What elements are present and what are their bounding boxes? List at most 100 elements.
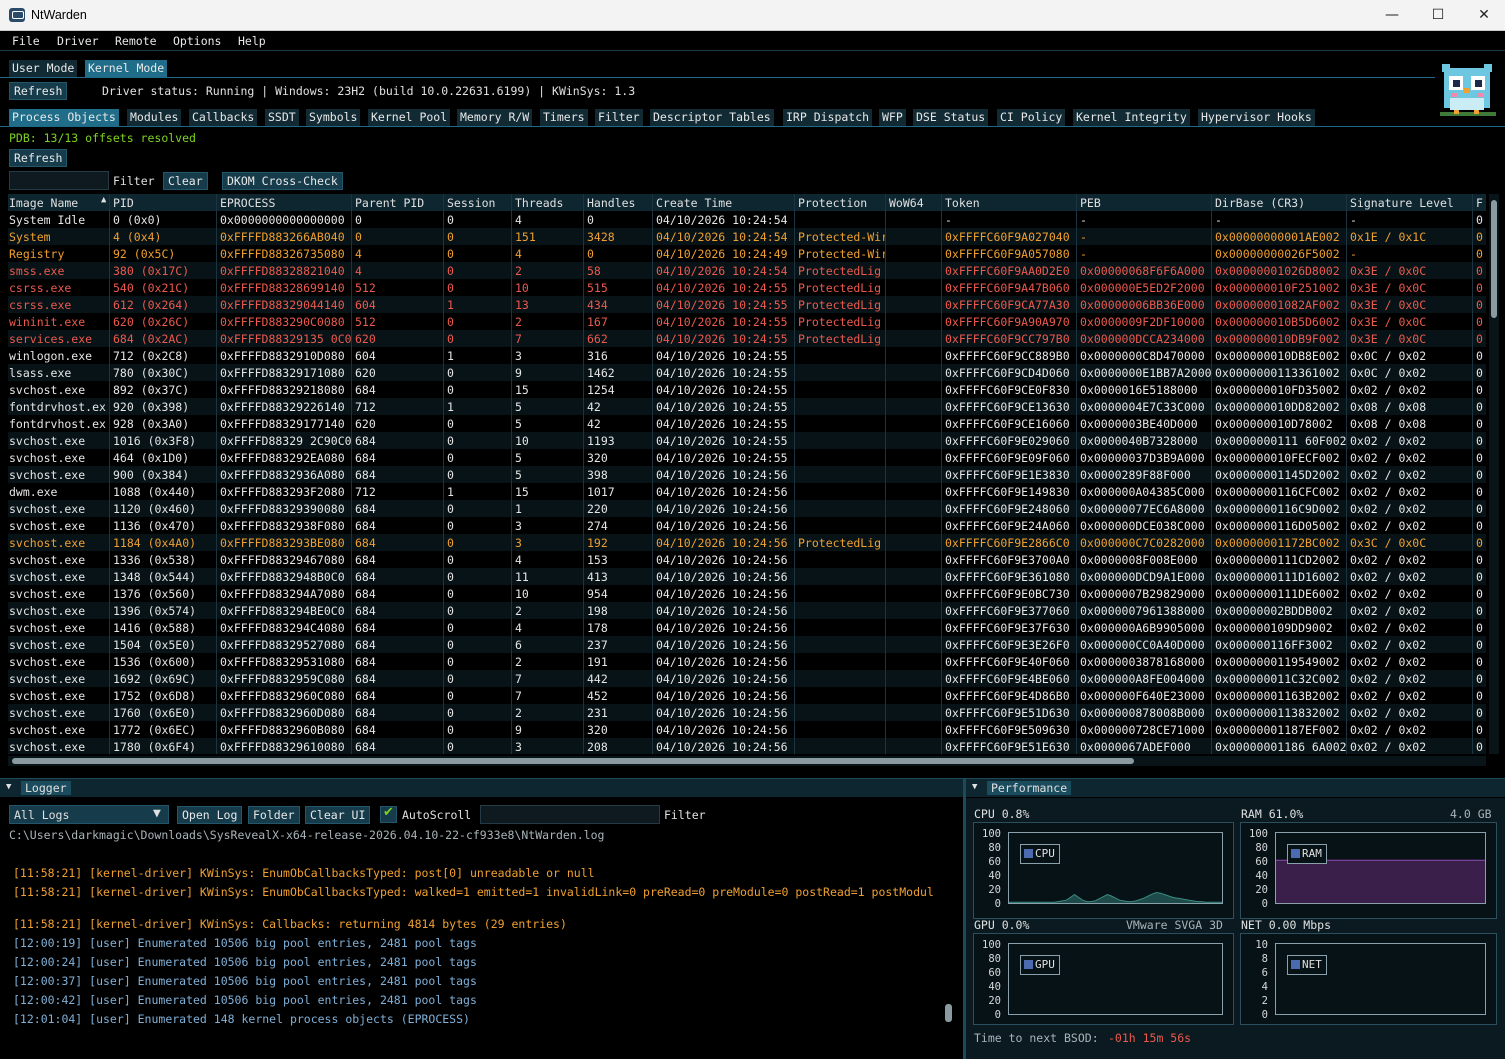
tab-ci-policy[interactable]: CI Policy bbox=[997, 109, 1065, 126]
column-separator[interactable] bbox=[941, 194, 942, 754]
minimize-button[interactable]: — bbox=[1369, 0, 1415, 31]
close-button[interactable]: ✕ bbox=[1461, 0, 1505, 31]
table-row[interactable]: dwm.exe1088 (0x440)0xFFFFD883293F2080712… bbox=[8, 483, 1486, 500]
table-row[interactable]: svchost.exe1184 (0x4A0)0xFFFFD883293BE08… bbox=[8, 534, 1486, 551]
table-row[interactable]: svchost.exe1136 (0x470)0xFFFFD8832938F08… bbox=[8, 517, 1486, 534]
col-handles-header[interactable]: Handles bbox=[587, 196, 652, 210]
table-horizontal-scrollbar[interactable] bbox=[8, 756, 1486, 766]
tab-memory-rw[interactable]: Memory R/W bbox=[457, 109, 532, 126]
col-pid-header[interactable]: PID bbox=[113, 196, 216, 210]
table-row[interactable]: svchost.exe1504 (0x5E0)0xFFFFD8832952708… bbox=[8, 636, 1486, 653]
col-parent-pid-header[interactable]: Parent PID bbox=[355, 196, 443, 210]
table-row[interactable]: fontdrvhost.ex920 (0x398)0xFFFFD88329226… bbox=[8, 398, 1486, 415]
table-row[interactable]: svchost.exe1016 (0x3F8)0xFFFFD88329 2C90… bbox=[8, 432, 1486, 449]
col-protection-header[interactable]: Protection bbox=[798, 196, 886, 210]
tab-filter[interactable]: Filter bbox=[595, 109, 643, 126]
hscroll-thumb[interactable] bbox=[12, 758, 1134, 764]
column-separator[interactable] bbox=[652, 194, 653, 754]
tab-kernel-integrity[interactable]: Kernel Integrity bbox=[1073, 109, 1190, 126]
tab-modules[interactable]: Modules bbox=[127, 109, 181, 126]
tab-process-objects[interactable]: Process Objects bbox=[9, 109, 119, 126]
column-separator[interactable] bbox=[1346, 194, 1347, 754]
tab-callbacks[interactable]: Callbacks bbox=[189, 109, 257, 126]
col-eprocess-header[interactable]: EPROCESS bbox=[220, 196, 352, 210]
table-row[interactable]: smss.exe380 (0x17C)0xFFFFD88328821040402… bbox=[8, 262, 1486, 279]
column-separator[interactable] bbox=[443, 194, 444, 754]
table-row[interactable]: svchost.exe1416 (0x588)0xFFFFD883294C408… bbox=[8, 619, 1486, 636]
tab-descriptor-tables[interactable]: Descriptor Tables bbox=[650, 109, 774, 126]
col-session-header[interactable]: Session bbox=[447, 196, 511, 210]
col-signature-level-header[interactable]: Signature Level bbox=[1350, 196, 1472, 210]
column-separator[interactable] bbox=[885, 194, 886, 754]
col-peb-header[interactable]: PEB bbox=[1080, 196, 1211, 210]
log-filter-input[interactable] bbox=[480, 805, 660, 824]
tab-wfp[interactable]: WFP bbox=[879, 109, 906, 126]
table-row[interactable]: fontdrvhost.ex928 (0x3A0)0xFFFFD88329177… bbox=[8, 415, 1486, 432]
tab-hypervisor-hooks[interactable]: Hypervisor Hooks bbox=[1198, 109, 1315, 126]
table-vertical-scrollbar[interactable] bbox=[1489, 194, 1499, 754]
open-log-button[interactable]: Open Log bbox=[177, 806, 242, 824]
column-separator[interactable] bbox=[511, 194, 512, 754]
table-row[interactable]: svchost.exe900 (0x384)0xFFFFD8832936A080… bbox=[8, 466, 1486, 483]
folder-button[interactable]: Folder bbox=[248, 806, 300, 824]
menu-driver[interactable]: Driver bbox=[57, 34, 99, 48]
col-wow64-header[interactable]: WoW64 bbox=[889, 196, 941, 210]
table-row[interactable]: svchost.exe1772 (0x6EC)0xFFFFD8832960B08… bbox=[8, 721, 1486, 738]
table-row[interactable]: csrss.exe540 (0x21C)0xFFFFD8832869914051… bbox=[8, 279, 1486, 296]
table-row[interactable]: System4 (0x4)0xFFFFD883266AB040001513428… bbox=[8, 228, 1486, 245]
clear-ui-button[interactable]: Clear UI bbox=[305, 806, 370, 824]
menu-file[interactable]: File bbox=[12, 34, 40, 48]
column-separator[interactable] bbox=[1076, 194, 1077, 754]
table-row[interactable]: svchost.exe1536 (0x600)0xFFFFD8832953108… bbox=[8, 653, 1486, 670]
column-separator[interactable] bbox=[351, 194, 352, 754]
log-scrollbar-thumb[interactable] bbox=[945, 1004, 952, 1022]
table-row[interactable]: svchost.exe1692 (0x69C)0xFFFFD8832959C08… bbox=[8, 670, 1486, 687]
collapse-arrow-icon[interactable]: ▼ bbox=[6, 782, 11, 792]
column-separator[interactable] bbox=[583, 194, 584, 754]
table-row[interactable]: svchost.exe464 (0x1D0)0xFFFFD883292EA080… bbox=[8, 449, 1486, 466]
menu-remote[interactable]: Remote bbox=[115, 34, 157, 48]
col-create-time-header[interactable]: Create Time bbox=[656, 196, 794, 210]
tab-symbols[interactable]: Symbols bbox=[306, 109, 360, 126]
column-separator[interactable] bbox=[794, 194, 795, 754]
col-image-name-header[interactable]: Image Name bbox=[9, 196, 109, 210]
autoscroll-checkbox[interactable]: ✔ bbox=[380, 806, 397, 823]
vscroll-thumb[interactable] bbox=[1491, 200, 1497, 318]
table-row[interactable]: svchost.exe1760 (0x6E0)0xFFFFD8832960D08… bbox=[8, 704, 1486, 721]
table-row[interactable]: svchost.exe1396 (0x574)0xFFFFD883294BE0C… bbox=[8, 602, 1486, 619]
tab-dse-status[interactable]: DSE Status bbox=[913, 109, 988, 126]
table-row[interactable]: System Idle0 (0x0)0x00000000000000000040… bbox=[8, 211, 1486, 228]
table-row[interactable]: services.exe684 (0x2AC)0xFFFFD88329135 0… bbox=[8, 330, 1486, 347]
tab-ssdt[interactable]: SSDT bbox=[265, 109, 299, 126]
table-row[interactable]: svchost.exe1752 (0x6D8)0xFFFFD8832960C08… bbox=[8, 687, 1486, 704]
table-row[interactable]: svchost.exe1780 (0x6F4)0xFFFFD8832961008… bbox=[8, 738, 1486, 754]
table-row[interactable]: svchost.exe892 (0x37C)0xFFFFD88329218080… bbox=[8, 381, 1486, 398]
filter-input[interactable] bbox=[9, 171, 109, 190]
tab-irp-dispatch[interactable]: IRP Dispatch bbox=[783, 109, 872, 126]
driver-refresh-button[interactable]: Refresh bbox=[9, 82, 67, 100]
table-row[interactable]: csrss.exe612 (0x264)0xFFFFD8832904414060… bbox=[8, 296, 1486, 313]
dkom-cross-check-button[interactable]: DKOM Cross-Check bbox=[222, 172, 343, 190]
table-row[interactable]: Registry92 (0x5C)0xFFFFD8832673508040400… bbox=[8, 245, 1486, 262]
table-row[interactable]: svchost.exe1376 (0x560)0xFFFFD883294A708… bbox=[8, 585, 1486, 602]
tab-user-mode[interactable]: User Mode bbox=[9, 60, 77, 77]
table-row[interactable]: svchost.exe1336 (0x538)0xFFFFD8832946708… bbox=[8, 551, 1486, 568]
tab-timers[interactable]: Timers bbox=[540, 109, 588, 126]
log-level-select[interactable]: All Logs ▼ bbox=[9, 805, 169, 824]
col-threads-header[interactable]: Threads bbox=[515, 196, 583, 210]
column-separator[interactable] bbox=[216, 194, 217, 754]
table-row[interactable]: lsass.exe780 (0x30C)0xFFFFD8832917108062… bbox=[8, 364, 1486, 381]
menu-help[interactable]: Help bbox=[238, 34, 266, 48]
table-row[interactable]: svchost.exe1120 (0x460)0xFFFFD8832939008… bbox=[8, 500, 1486, 517]
col-dirbase-header[interactable]: DirBase (CR3) bbox=[1215, 196, 1346, 210]
table-row[interactable]: winlogon.exe712 (0x2C8)0xFFFFD8832910D08… bbox=[8, 347, 1486, 364]
table-row[interactable]: svchost.exe1348 (0x544)0xFFFFD8832948B0C… bbox=[8, 568, 1486, 585]
menu-options[interactable]: Options bbox=[173, 34, 221, 48]
column-separator[interactable] bbox=[1472, 194, 1473, 754]
column-separator[interactable] bbox=[109, 194, 110, 754]
clear-filter-button[interactable]: Clear bbox=[163, 172, 208, 190]
tab-kernel-mode[interactable]: Kernel Mode bbox=[85, 60, 167, 77]
process-refresh-button[interactable]: Refresh bbox=[9, 149, 67, 167]
collapse-arrow-icon[interactable]: ▼ bbox=[972, 782, 977, 792]
tab-kernel-pool[interactable]: Kernel Pool bbox=[368, 109, 450, 126]
